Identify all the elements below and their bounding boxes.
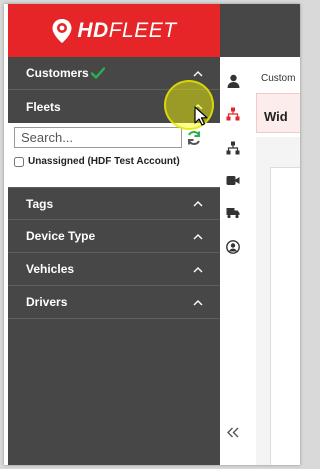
icon-rail (220, 57, 246, 465)
section-tags[interactable]: Tags (8, 187, 220, 220)
section-vehicles[interactable]: Vehicles (8, 253, 220, 286)
content-panel (270, 167, 300, 465)
chevron-up-icon[interactable] (192, 231, 204, 241)
fleet-search-input[interactable] (14, 127, 182, 148)
refresh-icon[interactable] (186, 130, 202, 146)
double-chevron-left-icon (227, 427, 239, 437)
user-circle-icon[interactable] (226, 240, 240, 254)
fleet-item-unassigned[interactable]: Unassigned (HDF Test Account) (14, 156, 214, 167)
video-camera-icon[interactable] (226, 173, 240, 187)
chevron-up-icon[interactable] (192, 297, 204, 307)
logo-bar: HDFLEET (8, 4, 220, 57)
section-drivers[interactable]: Drivers (8, 286, 220, 319)
chevron-up-icon[interactable] (192, 199, 204, 209)
logo-text: HDFLEET (77, 18, 177, 42)
breadcrumb[interactable]: Custom (261, 73, 295, 84)
collapse-sidebar-button[interactable] (220, 422, 246, 442)
app-window: HDFLEET Customers Fleets Search... Unass… (4, 4, 300, 465)
fleets-header[interactable]: Fleets (8, 90, 220, 123)
section-label: Tags (26, 196, 54, 211)
fleet-item-label: Unassigned (HDF Test Account) (28, 156, 180, 167)
fleets-label: Fleets (26, 99, 61, 114)
customers-label: Customers (26, 66, 89, 80)
sidebar: HDFLEET Customers Fleets Search... Unass… (8, 4, 220, 465)
org-chart-icon[interactable] (226, 107, 240, 121)
hierarchy-icon[interactable] (226, 141, 240, 155)
section-label: Device Type (26, 229, 96, 243)
top-bar (220, 4, 300, 57)
widget-title: Wid (264, 109, 288, 124)
chevron-up-icon[interactable] (192, 264, 204, 274)
fleets-panel: Unassigned (HDF Test Account) (8, 123, 220, 187)
fleet-checkbox[interactable] (14, 156, 24, 167)
truck-icon[interactable] (226, 206, 240, 220)
fleet-search-row (14, 127, 214, 148)
section-label: Drivers (26, 295, 68, 309)
user-icon[interactable] (226, 74, 240, 88)
chevron-up-icon[interactable] (192, 68, 204, 78)
checkmark-icon (90, 67, 105, 79)
main-content: Custom Wid (246, 57, 300, 465)
location-pin-icon (52, 18, 72, 43)
customers-header[interactable]: Customers (8, 57, 220, 90)
section-device-type[interactable]: Device Type (8, 220, 220, 253)
section-label: Vehicles (26, 262, 75, 276)
chevron-up-icon[interactable] (192, 102, 204, 112)
